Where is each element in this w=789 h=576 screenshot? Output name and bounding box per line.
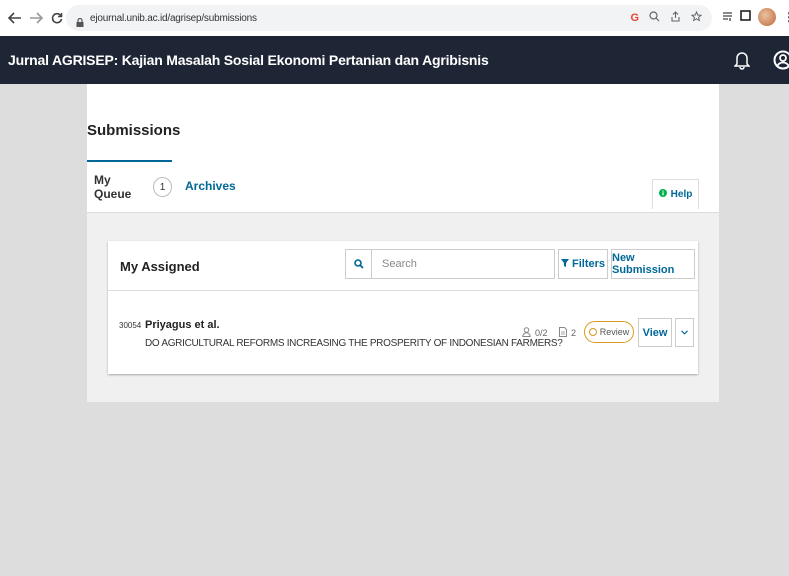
filters-label: Filters <box>571 258 605 270</box>
files-stat: 2 <box>559 327 576 339</box>
list-header: My Assigned Filters <box>108 241 698 291</box>
stage-badge[interactable]: Review <box>584 321 634 343</box>
view-button[interactable]: View <box>638 318 672 347</box>
queue-content: My Assigned Filters <box>87 212 719 402</box>
help-button[interactable]: Help <box>652 179 699 209</box>
reviewer-icon <box>522 327 531 339</box>
tab-content: My Assigned Filters <box>87 212 719 402</box>
address-bar[interactable]: ejournal.unib.ac.id/agrisep/submissions … <box>66 5 712 31</box>
chevron-down-icon <box>681 330 688 335</box>
zoom-icon[interactable] <box>649 11 660 25</box>
search-input[interactable] <box>372 251 542 277</box>
file-icon <box>559 327 567 339</box>
review-stage-icon <box>588 328 597 336</box>
filter-icon <box>560 258 569 270</box>
submission-title: DO AGRICULTURAL REFORMS INCREASING THE P… <box>145 338 563 349</box>
files-count: 2 <box>571 328 577 338</box>
tab-my-queue-label: My Queue <box>94 173 132 201</box>
submission-id: 30054 <box>119 321 142 330</box>
address-bar-icons: G <box>630 10 703 25</box>
bell-icon[interactable] <box>733 50 751 70</box>
browser-extensions: ⋮ <box>722 8 789 26</box>
reading-list-icon[interactable] <box>722 8 733 26</box>
url-text: ejournal.unib.ac.id/agrisep/submissions <box>90 12 257 24</box>
more-menu-icon[interactable]: ⋮ <box>783 10 789 24</box>
submissions-panel: Submissions My Queue 1 Archives Help My … <box>87 84 719 402</box>
profile-avatar[interactable] <box>758 8 776 26</box>
browser-toolbar: ejournal.unib.ac.id/agrisep/submissions … <box>0 0 789 36</box>
app-header: Jurnal AGRISEP: Kajian Masalah Sosial Ek… <box>0 36 789 84</box>
lock-icon <box>76 14 84 27</box>
queue-count-badge: 1 <box>153 177 172 197</box>
reload-icon[interactable] <box>48 8 66 28</box>
back-arrow-icon[interactable] <box>6 8 24 28</box>
star-icon[interactable] <box>690 10 703 25</box>
side-panel-icon[interactable] <box>740 8 751 26</box>
expand-button[interactable] <box>675 318 694 347</box>
stage-label: Review <box>599 327 630 337</box>
reviews-count: 0/2 <box>535 328 548 338</box>
search-icon[interactable] <box>346 250 372 278</box>
user-icon[interactable] <box>773 50 789 70</box>
tab-archives-label: Archives <box>185 179 236 193</box>
tab-archives[interactable]: Archives <box>185 160 236 212</box>
search-box <box>345 249 555 279</box>
site-title[interactable]: Jurnal AGRISEP: Kajian Masalah Sosial Ek… <box>8 52 489 68</box>
info-icon <box>658 189 667 200</box>
list-item[interactable]: 30054 Priyagus et al. DO AGRICULTURAL RE… <box>108 291 698 374</box>
page-title: Submissions <box>87 122 181 139</box>
list-title: My Assigned <box>120 259 200 274</box>
submission-authors: Priyagus et al. <box>145 319 220 331</box>
help-label: Help <box>670 189 693 200</box>
reviews-stat: 0/2 <box>522 327 548 339</box>
page-background: Submissions My Queue 1 Archives Help My … <box>0 84 789 576</box>
submission-list-card: My Assigned Filters <box>108 241 698 374</box>
forward-arrow-icon[interactable] <box>27 8 45 28</box>
new-submission-button[interactable]: New Submission <box>611 249 695 279</box>
tab-bar: My Queue 1 Archives <box>87 160 719 212</box>
filters-button[interactable]: Filters <box>558 249 608 279</box>
google-icon[interactable]: G <box>630 12 639 24</box>
share-icon[interactable] <box>670 11 681 25</box>
tab-my-queue[interactable]: My Queue 1 <box>87 160 172 212</box>
